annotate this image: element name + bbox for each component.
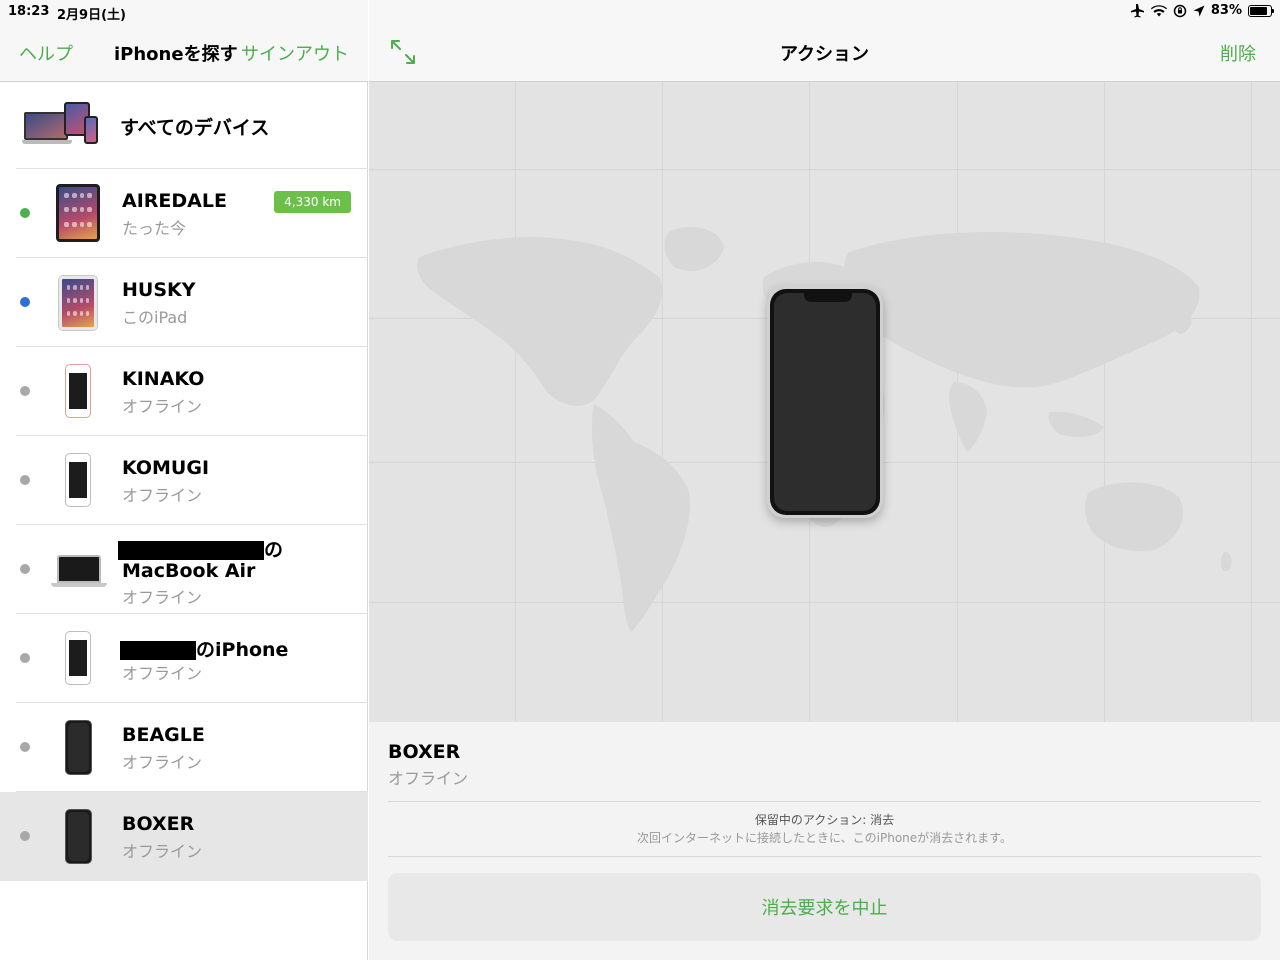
device-detail-pane: アクション 削除 BOXER オフライン 保留中のアクション: 消去 次回インタ…: [369, 0, 1280, 960]
device-status: オフライン: [122, 486, 203, 505]
device-status: オフライン: [122, 664, 203, 683]
device-row-komugi[interactable]: KOMUGI オフライン: [0, 436, 368, 525]
device-status: オフライン: [122, 753, 203, 772]
device-image: [767, 286, 883, 518]
device-name-line2: MacBook Air: [122, 560, 256, 582]
macbook-icon: [51, 555, 107, 587]
selected-device-name: BOXER: [388, 741, 461, 763]
device-status: たった今: [122, 219, 187, 238]
device-name: BEAGLE: [122, 724, 205, 746]
status-date: 2月9日(土): [57, 8, 126, 23]
status-dot-offline: [20, 386, 30, 396]
status-dot-online: [20, 208, 30, 218]
battery-icon: [1248, 4, 1274, 17]
device-row-macbook[interactable]: の MacBook Air オフライン: [0, 525, 368, 614]
device-status: オフライン: [122, 397, 203, 416]
status-dot-current: [20, 297, 30, 307]
ipad-icon: [59, 276, 97, 330]
status-icons: 83%: [1129, 3, 1274, 18]
status-dot-offline: [20, 475, 30, 485]
device-status: オフライン: [122, 842, 203, 861]
device-name: KINAKO: [122, 368, 205, 390]
device-row-husky[interactable]: HUSKY このiPad: [0, 258, 368, 347]
battery-percent: 83%: [1210, 3, 1242, 18]
divider: [388, 801, 1261, 802]
device-name: KOMUGI: [122, 457, 210, 479]
status-dot-offline: [20, 653, 30, 663]
status-bar: 18:23 2月9日(土) 83%: [0, 0, 1280, 24]
detail-title: アクション: [779, 44, 870, 65]
device-name: のiPhone: [120, 635, 288, 662]
device-list: すべてのデバイス AIREDALE たった今 4,330 km HUSKY この…: [0, 82, 368, 881]
airplane-icon: [1130, 3, 1144, 17]
cancel-erase-button[interactable]: 消去要求を中止: [388, 873, 1261, 941]
device-row-boxer[interactable]: BOXER オフライン: [0, 792, 368, 881]
device-row-airedale[interactable]: AIREDALE たった今 4,330 km: [0, 169, 368, 258]
status-time: 18:23: [8, 4, 50, 19]
device-sidebar: ヘルプ iPhoneを探す サインアウト すべてのデバイス AIREDALE た…: [0, 0, 368, 960]
iphone-icon: [65, 364, 91, 418]
device-name-line1: の: [118, 535, 283, 562]
device-row-kinako[interactable]: KINAKO オフライン: [0, 347, 368, 436]
iphone-x-icon: [65, 809, 92, 864]
ipad-icon: [56, 184, 100, 242]
device-row-beagle[interactable]: BEAGLE オフライン: [0, 703, 368, 792]
world-map[interactable]: [369, 82, 1280, 722]
pending-action-title: 保留中のアクション: 消去: [754, 813, 895, 827]
device-name: HUSKY: [122, 279, 196, 301]
divider: [388, 856, 1261, 857]
device-name: BOXER: [122, 813, 195, 835]
device-row-iphone[interactable]: のiPhone オフライン: [0, 614, 368, 703]
all-devices-label: すべてのデバイス: [120, 117, 270, 139]
distance-badge: 4,330 km: [274, 191, 351, 213]
redacted-text: [120, 641, 196, 660]
app-title: iPhoneを探す: [114, 44, 238, 65]
status-dot-offline: [20, 742, 30, 752]
battery-level: [1250, 6, 1267, 15]
location-arrow-icon: [1193, 5, 1205, 16]
iphone-icon: [65, 631, 91, 685]
pending-action-description: 次回インターネットに接続したときに、このiPhoneが消去されます。: [637, 831, 1012, 845]
orientation-lock-icon: [1173, 4, 1187, 17]
status-dot-offline: [20, 831, 30, 841]
iphone-x-icon: [65, 720, 92, 775]
redacted-text: [118, 541, 264, 560]
device-name: AIREDALE: [122, 190, 227, 212]
iphone-icon: [65, 453, 91, 507]
signout-button[interactable]: サインアウト: [241, 40, 349, 66]
status-dot-offline: [20, 564, 30, 574]
device-status: このiPad: [122, 308, 188, 327]
selected-device-status: オフライン: [388, 769, 469, 788]
wifi-icon: [1150, 4, 1167, 16]
device-status: オフライン: [122, 588, 203, 607]
help-button[interactable]: ヘルプ: [19, 40, 73, 66]
device-info-panel: BOXER オフライン 保留中のアクション: 消去 次回インターネットに接続した…: [369, 722, 1280, 960]
all-devices-icon: [22, 102, 104, 150]
all-devices-item[interactable]: すべてのデバイス: [0, 82, 368, 169]
delete-button[interactable]: 削除: [1220, 40, 1256, 66]
